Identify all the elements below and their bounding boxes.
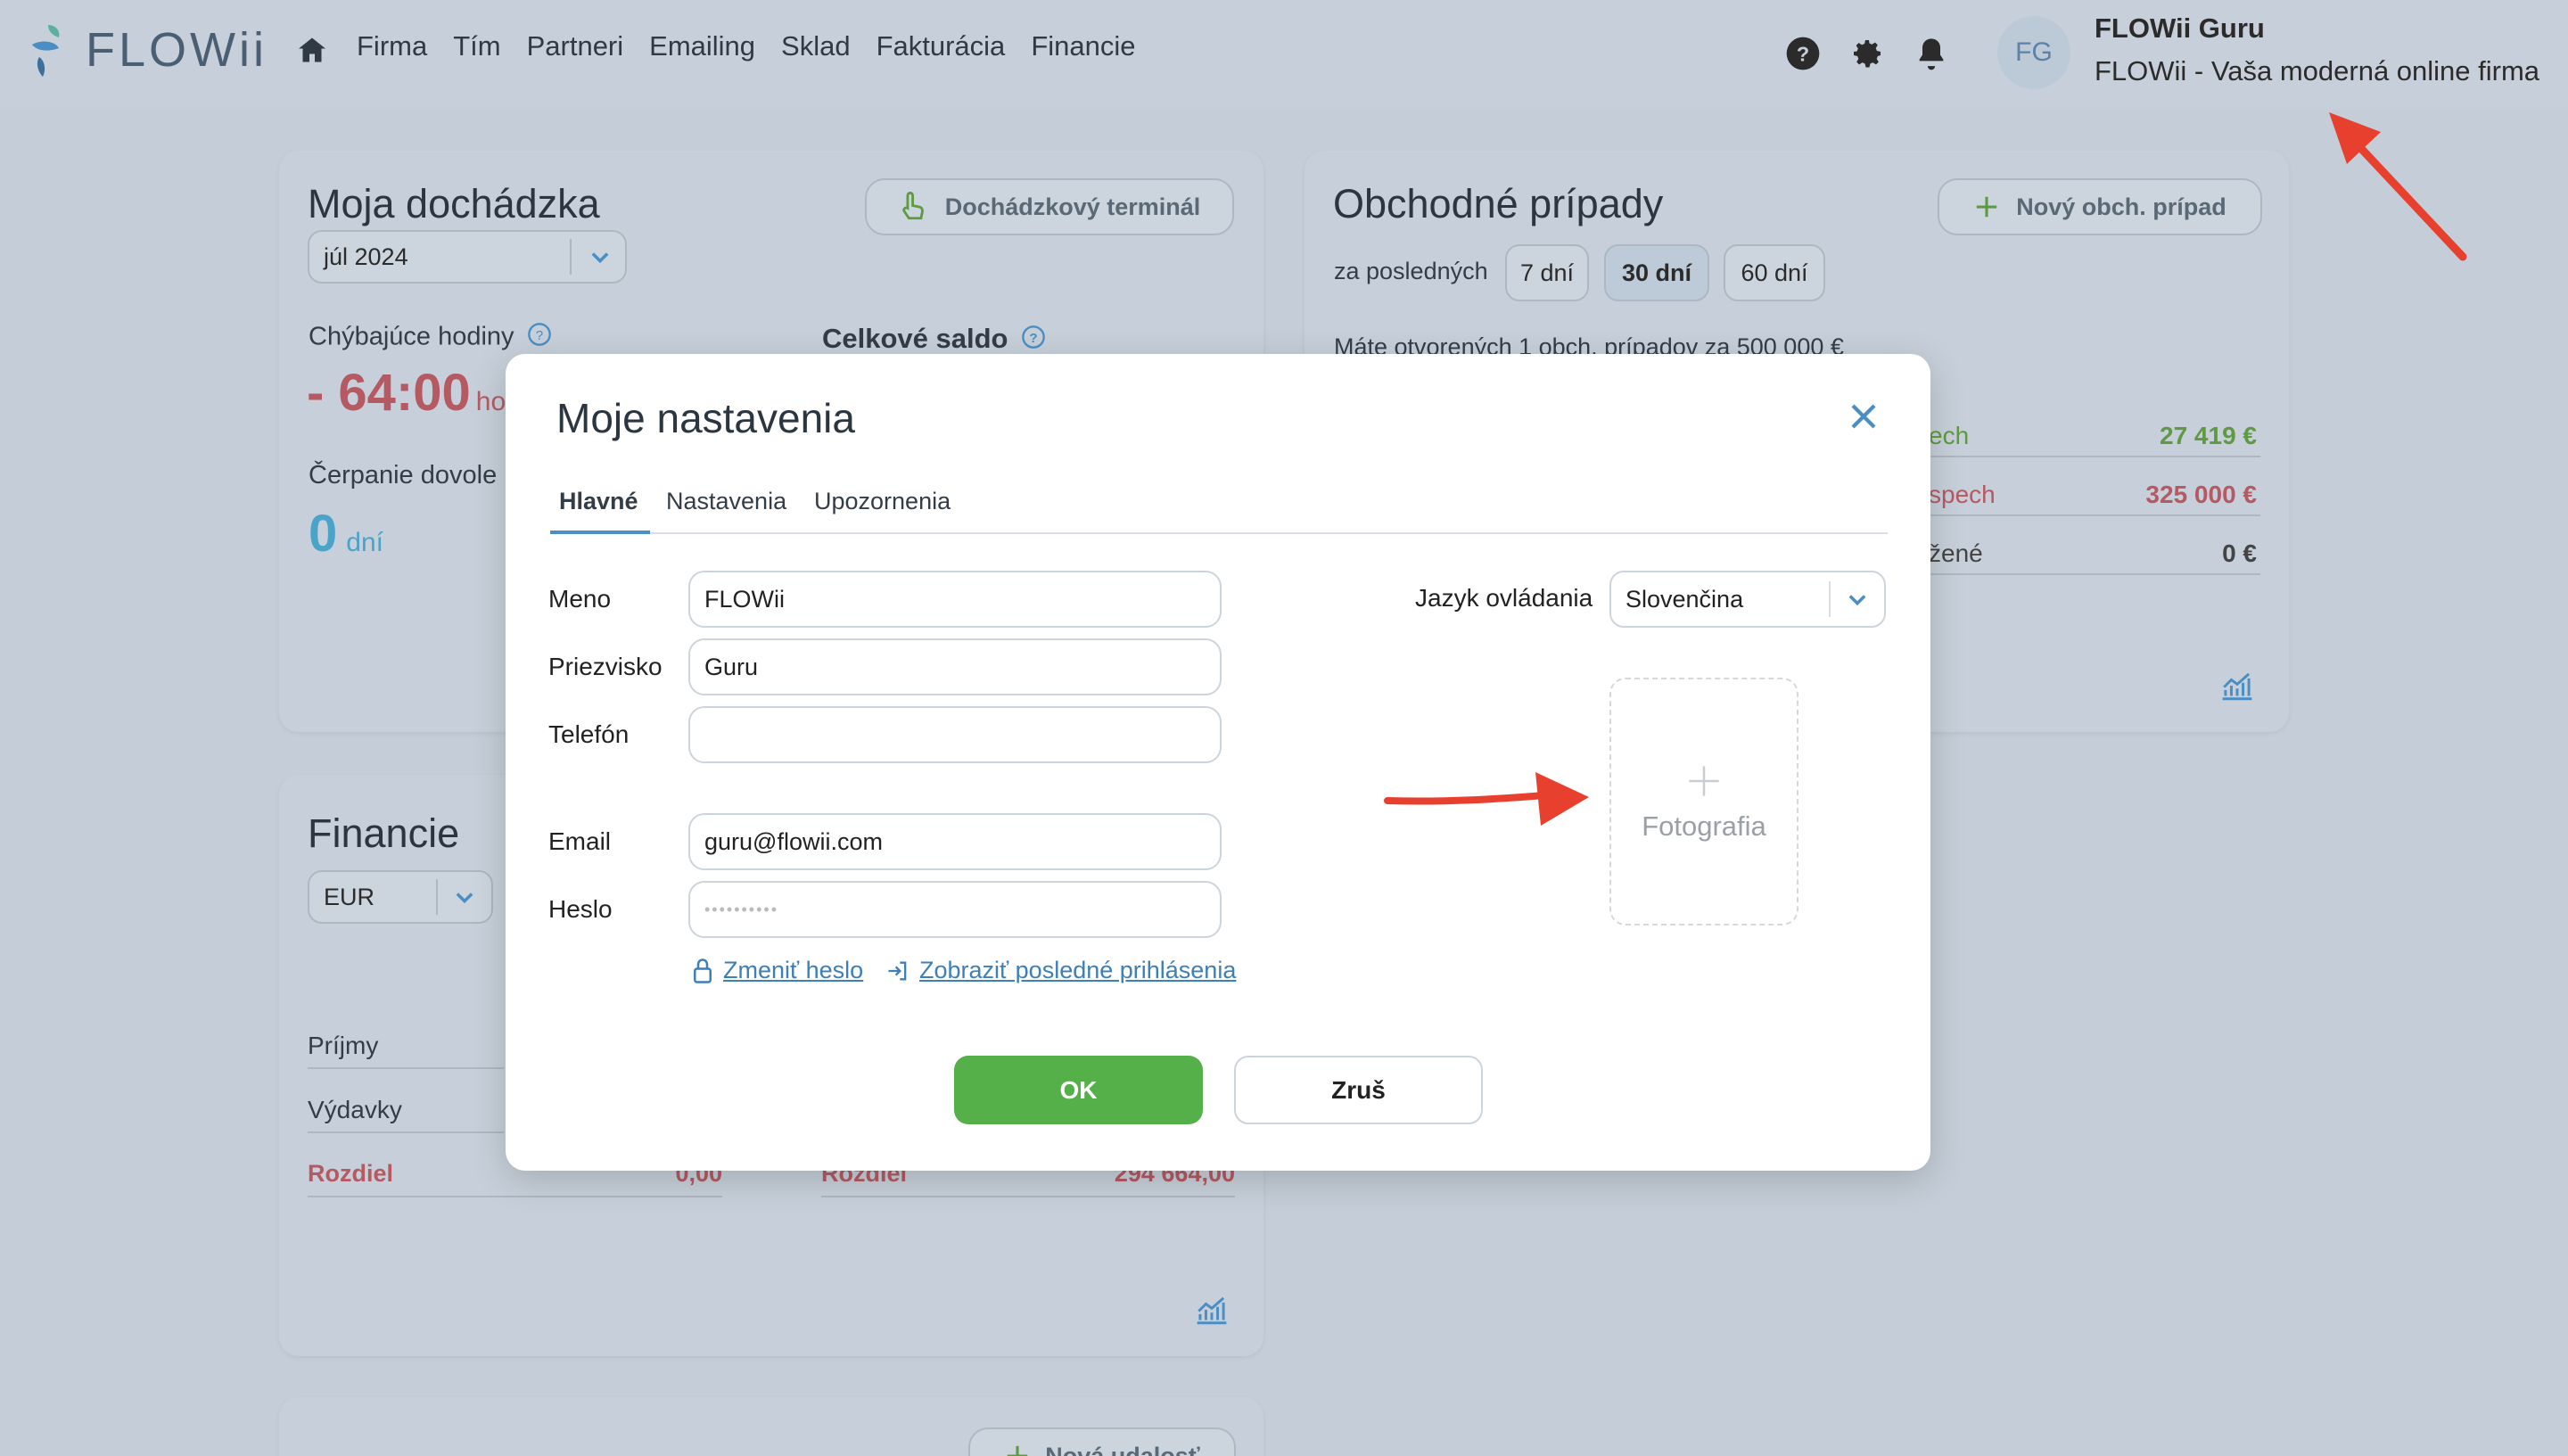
deals-row: ech 27 419 €: [1929, 422, 2260, 457]
ok-button[interactable]: OK: [954, 1056, 1203, 1124]
deals-row: žené 0 €: [1929, 539, 2260, 575]
last-name-label: Priezvisko: [548, 653, 663, 680]
last-logins-link[interactable]: Zobraziť posledné prihlásenia: [885, 957, 1236, 984]
nav-item-fakturacia[interactable]: Fakturácia: [877, 30, 1006, 62]
nav-item-tim[interactable]: Tím: [453, 30, 500, 62]
user-name[interactable]: FLOWii Guru: [2095, 12, 2265, 45]
dialog-title: Moje nastavenia: [556, 395, 855, 441]
finance-row-income: Príjmy: [308, 1032, 504, 1069]
photo-upload[interactable]: Fotografia: [1609, 678, 1798, 925]
attendance-terminal-button[interactable]: Dochádzkový terminál: [865, 178, 1234, 235]
nav-item-sklad[interactable]: Sklad: [781, 30, 851, 62]
tab-hlavne[interactable]: Hlavné: [550, 488, 650, 534]
home-icon[interactable]: [296, 34, 328, 66]
top-navigation-bar: FLOWii Firma Tím Partneri Emailing Sklad…: [0, 0, 2568, 108]
dialog-tabs: Hlavné Nastavenia Upozornenia: [550, 488, 1888, 534]
plus-icon: [1973, 193, 2000, 220]
language-label: Jazyk ovládania: [1415, 584, 1593, 612]
missing-hours-label: Chýbajúce hodiny ?: [309, 322, 552, 354]
user-avatar[interactable]: FG: [1997, 16, 2070, 89]
nav-item-financie[interactable]: Financie: [1031, 30, 1135, 62]
period-60-days[interactable]: 60 dní: [1724, 244, 1825, 301]
email-field[interactable]: [688, 813, 1222, 870]
svg-text:?: ?: [1797, 42, 1809, 65]
language-select-value: Slovenčina: [1626, 585, 1744, 613]
plus-icon: [1004, 1443, 1031, 1456]
first-name-field[interactable]: [688, 571, 1222, 628]
new-event-label: Nová udalosť: [1045, 1442, 1200, 1456]
new-deal-button[interactable]: Nový obch. prípad: [1938, 178, 2262, 235]
info-icon[interactable]: ?: [527, 322, 552, 354]
vacation-label: Čerpanie dovole: [309, 461, 498, 489]
nav-item-emailing[interactable]: Emailing: [649, 30, 755, 62]
chart-icon[interactable]: [2219, 670, 2255, 706]
finance-row-expenses: Výdavky: [308, 1096, 504, 1133]
password-label: Heslo: [548, 895, 613, 923]
svg-text:?: ?: [1029, 331, 1037, 346]
attendance-title: Moja dochádzka: [308, 181, 600, 226]
tab-upozornenia[interactable]: Upozornenia: [814, 488, 951, 534]
new-event-button[interactable]: Nová udalosť: [968, 1427, 1236, 1456]
nav-item-partneri[interactable]: Partneri: [527, 30, 624, 62]
month-select[interactable]: júl 2024: [308, 230, 627, 284]
nav-item-firma[interactable]: Firma: [357, 30, 427, 62]
chevron-down-icon: [1845, 587, 1870, 618]
new-deal-label: Nový obch. prípad: [2016, 193, 2226, 220]
bell-icon[interactable]: [1914, 36, 1949, 71]
change-password-link[interactable]: Zmeniť heslo: [691, 957, 863, 984]
svg-text:?: ?: [535, 328, 542, 343]
deals-row: spech 325 000 €: [1929, 481, 2260, 516]
finance-title: Financie: [308, 810, 460, 856]
chevron-down-icon: [452, 884, 477, 916]
chevron-down-icon: [588, 244, 613, 276]
last-name-field[interactable]: [688, 638, 1222, 695]
first-name-label: Meno: [548, 585, 612, 613]
vacation-value: 0 dní: [309, 505, 383, 563]
cancel-button[interactable]: Zruš: [1234, 1056, 1483, 1124]
language-select[interactable]: Slovenčina: [1609, 571, 1886, 628]
flowii-logo-icon: [29, 21, 73, 78]
plus-icon: [1686, 761, 1722, 803]
settings-dialog: Moje nastavenia Hlavné Nastavenia Upozor…: [506, 354, 1930, 1171]
tab-nastavenia[interactable]: Nastavenia: [666, 488, 786, 534]
hand-pointer-icon: [899, 190, 929, 224]
phone-label: Telefón: [548, 720, 630, 748]
login-icon: [885, 958, 910, 983]
month-select-value: júl 2024: [324, 243, 408, 270]
logo-text: FLOWii: [86, 23, 268, 77]
period-label: za posledných: [1334, 258, 1488, 284]
period-7-days[interactable]: 7 dní: [1505, 244, 1589, 301]
currency-select-value: EUR: [324, 883, 375, 910]
chart-icon[interactable]: [1194, 1294, 1230, 1330]
missing-hours-value: - 64:00 ho: [307, 364, 506, 422]
user-company: FLOWii - Vaša moderná online firma: [2095, 55, 2540, 86]
deals-title: Obchodné prípady: [1333, 181, 1664, 226]
lock-icon: [691, 958, 714, 984]
close-icon[interactable]: [1848, 400, 1880, 432]
photo-label: Fotografia: [1642, 810, 1766, 842]
attendance-terminal-label: Dochádzkový terminál: [944, 193, 1201, 220]
password-field[interactable]: [688, 881, 1222, 938]
main-nav: Firma Tím Partneri Emailing Sklad Faktur…: [357, 30, 1162, 62]
annotation-arrow-icon: [2329, 112, 2467, 261]
balance-label: Celkové saldo ?: [822, 323, 1046, 357]
help-icon[interactable]: ?: [1785, 36, 1821, 71]
annotation-arrow-icon: [1384, 772, 1589, 826]
currency-select[interactable]: EUR: [308, 870, 493, 924]
flowii-logo[interactable]: FLOWii: [29, 21, 268, 78]
info-icon[interactable]: ?: [1021, 325, 1046, 357]
events-card: Nová udalosť: [279, 1397, 1263, 1456]
gear-icon[interactable]: [1849, 36, 1885, 71]
phone-field[interactable]: [688, 706, 1222, 763]
email-label: Email: [548, 827, 612, 855]
period-30-days[interactable]: 30 dní: [1604, 244, 1709, 301]
